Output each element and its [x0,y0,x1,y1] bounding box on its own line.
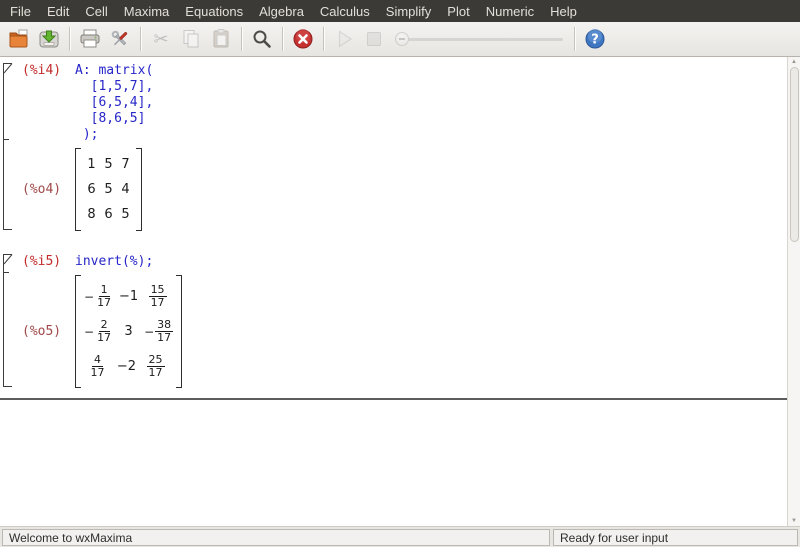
horizontal-caret[interactable] [0,398,787,400]
status-message: Welcome to wxMaxima [2,529,550,546]
input-code[interactable]: invert(%); [75,254,153,270]
status-ready-text: Ready for user input [553,529,798,546]
scrollbar-thumb[interactable] [790,67,799,242]
open-button[interactable] [4,25,34,53]
cut-icon: ✂ [153,30,168,48]
status-bar: Welcome to wxMaxima Ready for user input [0,526,800,547]
print-icon [78,27,102,51]
input-code[interactable]: A: matrix( [1,5,7], [6,5,4], [8,6,5] ); [75,63,153,143]
save-button[interactable] [34,25,64,53]
menu-edit[interactable]: Edit [39,2,77,21]
search-icon [250,27,274,51]
menu-algebra[interactable]: Algebra [251,2,312,21]
animation-slider[interactable] [395,38,563,41]
help-button[interactable]: ? [580,25,610,53]
interrupt-button[interactable] [288,25,318,53]
copy-icon [179,27,203,51]
paste-button[interactable] [206,25,236,53]
print-button[interactable] [75,25,105,53]
cell-group-1[interactable]: (%i4) A: matrix( [1,5,7], [6,5,4], [8,6,… [0,63,787,231]
toolbar-separator [574,27,575,51]
input-label: (%i4) [22,63,75,143]
toolbar-separator [140,27,141,51]
help-icon: ? [583,27,607,51]
menu-bar: File Edit Cell Maxima Equations Algebra … [0,0,800,22]
cut-button[interactable]: ✂ [146,25,176,53]
toolbar-separator [282,27,283,51]
slider-track [395,38,563,41]
toolbar-separator [241,27,242,51]
open-icon [7,27,31,51]
output-matrix: 157654865 [75,148,142,231]
scroll-up-icon[interactable]: ▲ [788,58,800,66]
play-icon [332,27,356,51]
menu-equations[interactable]: Equations [177,2,251,21]
vertical-scrollbar[interactable]: ▲ ▼ [787,57,800,526]
output-label: (%o4) [22,182,75,198]
menu-cell[interactable]: Cell [77,2,115,21]
scroll-down-icon[interactable]: ▼ [788,517,800,525]
menu-maxima[interactable]: Maxima [116,2,178,21]
paste-icon [209,27,233,51]
slider-handle[interactable] [395,32,409,46]
bracket-tick [4,272,9,273]
menu-plot[interactable]: Plot [439,2,477,21]
preferences-icon [108,27,132,51]
menu-calculus[interactable]: Calculus [312,2,378,21]
save-icon [37,27,61,51]
cell-group-2[interactable]: (%i5) invert(%); (%o5) −117−11517−2173−3… [0,254,787,388]
toolbar-separator [69,27,70,51]
input-label: (%i5) [22,254,75,270]
menu-simplify[interactable]: Simplify [378,2,440,21]
cell-bracket[interactable] [3,254,12,387]
svg-text:?: ? [591,33,599,48]
bracket-tick [4,139,9,140]
toolbar: ✂ [0,22,800,57]
interrupt-icon [291,27,315,51]
output-matrix: −117−11517−2173−3817417−22517 [75,275,182,388]
menu-file[interactable]: File [2,2,39,21]
play-button[interactable] [329,25,359,53]
toolbar-separator [323,27,324,51]
stop-button[interactable] [359,25,389,53]
menu-help[interactable]: Help [542,2,585,21]
stop-icon [362,27,386,51]
worksheet[interactable]: (%i4) A: matrix( [1,5,7], [6,5,4], [8,6,… [0,57,800,526]
cell-bracket[interactable] [3,63,12,230]
menu-numeric[interactable]: Numeric [478,2,542,21]
find-button[interactable] [247,25,277,53]
preferences-button[interactable] [105,25,135,53]
output-label: (%o5) [22,324,75,340]
copy-button[interactable] [176,25,206,53]
